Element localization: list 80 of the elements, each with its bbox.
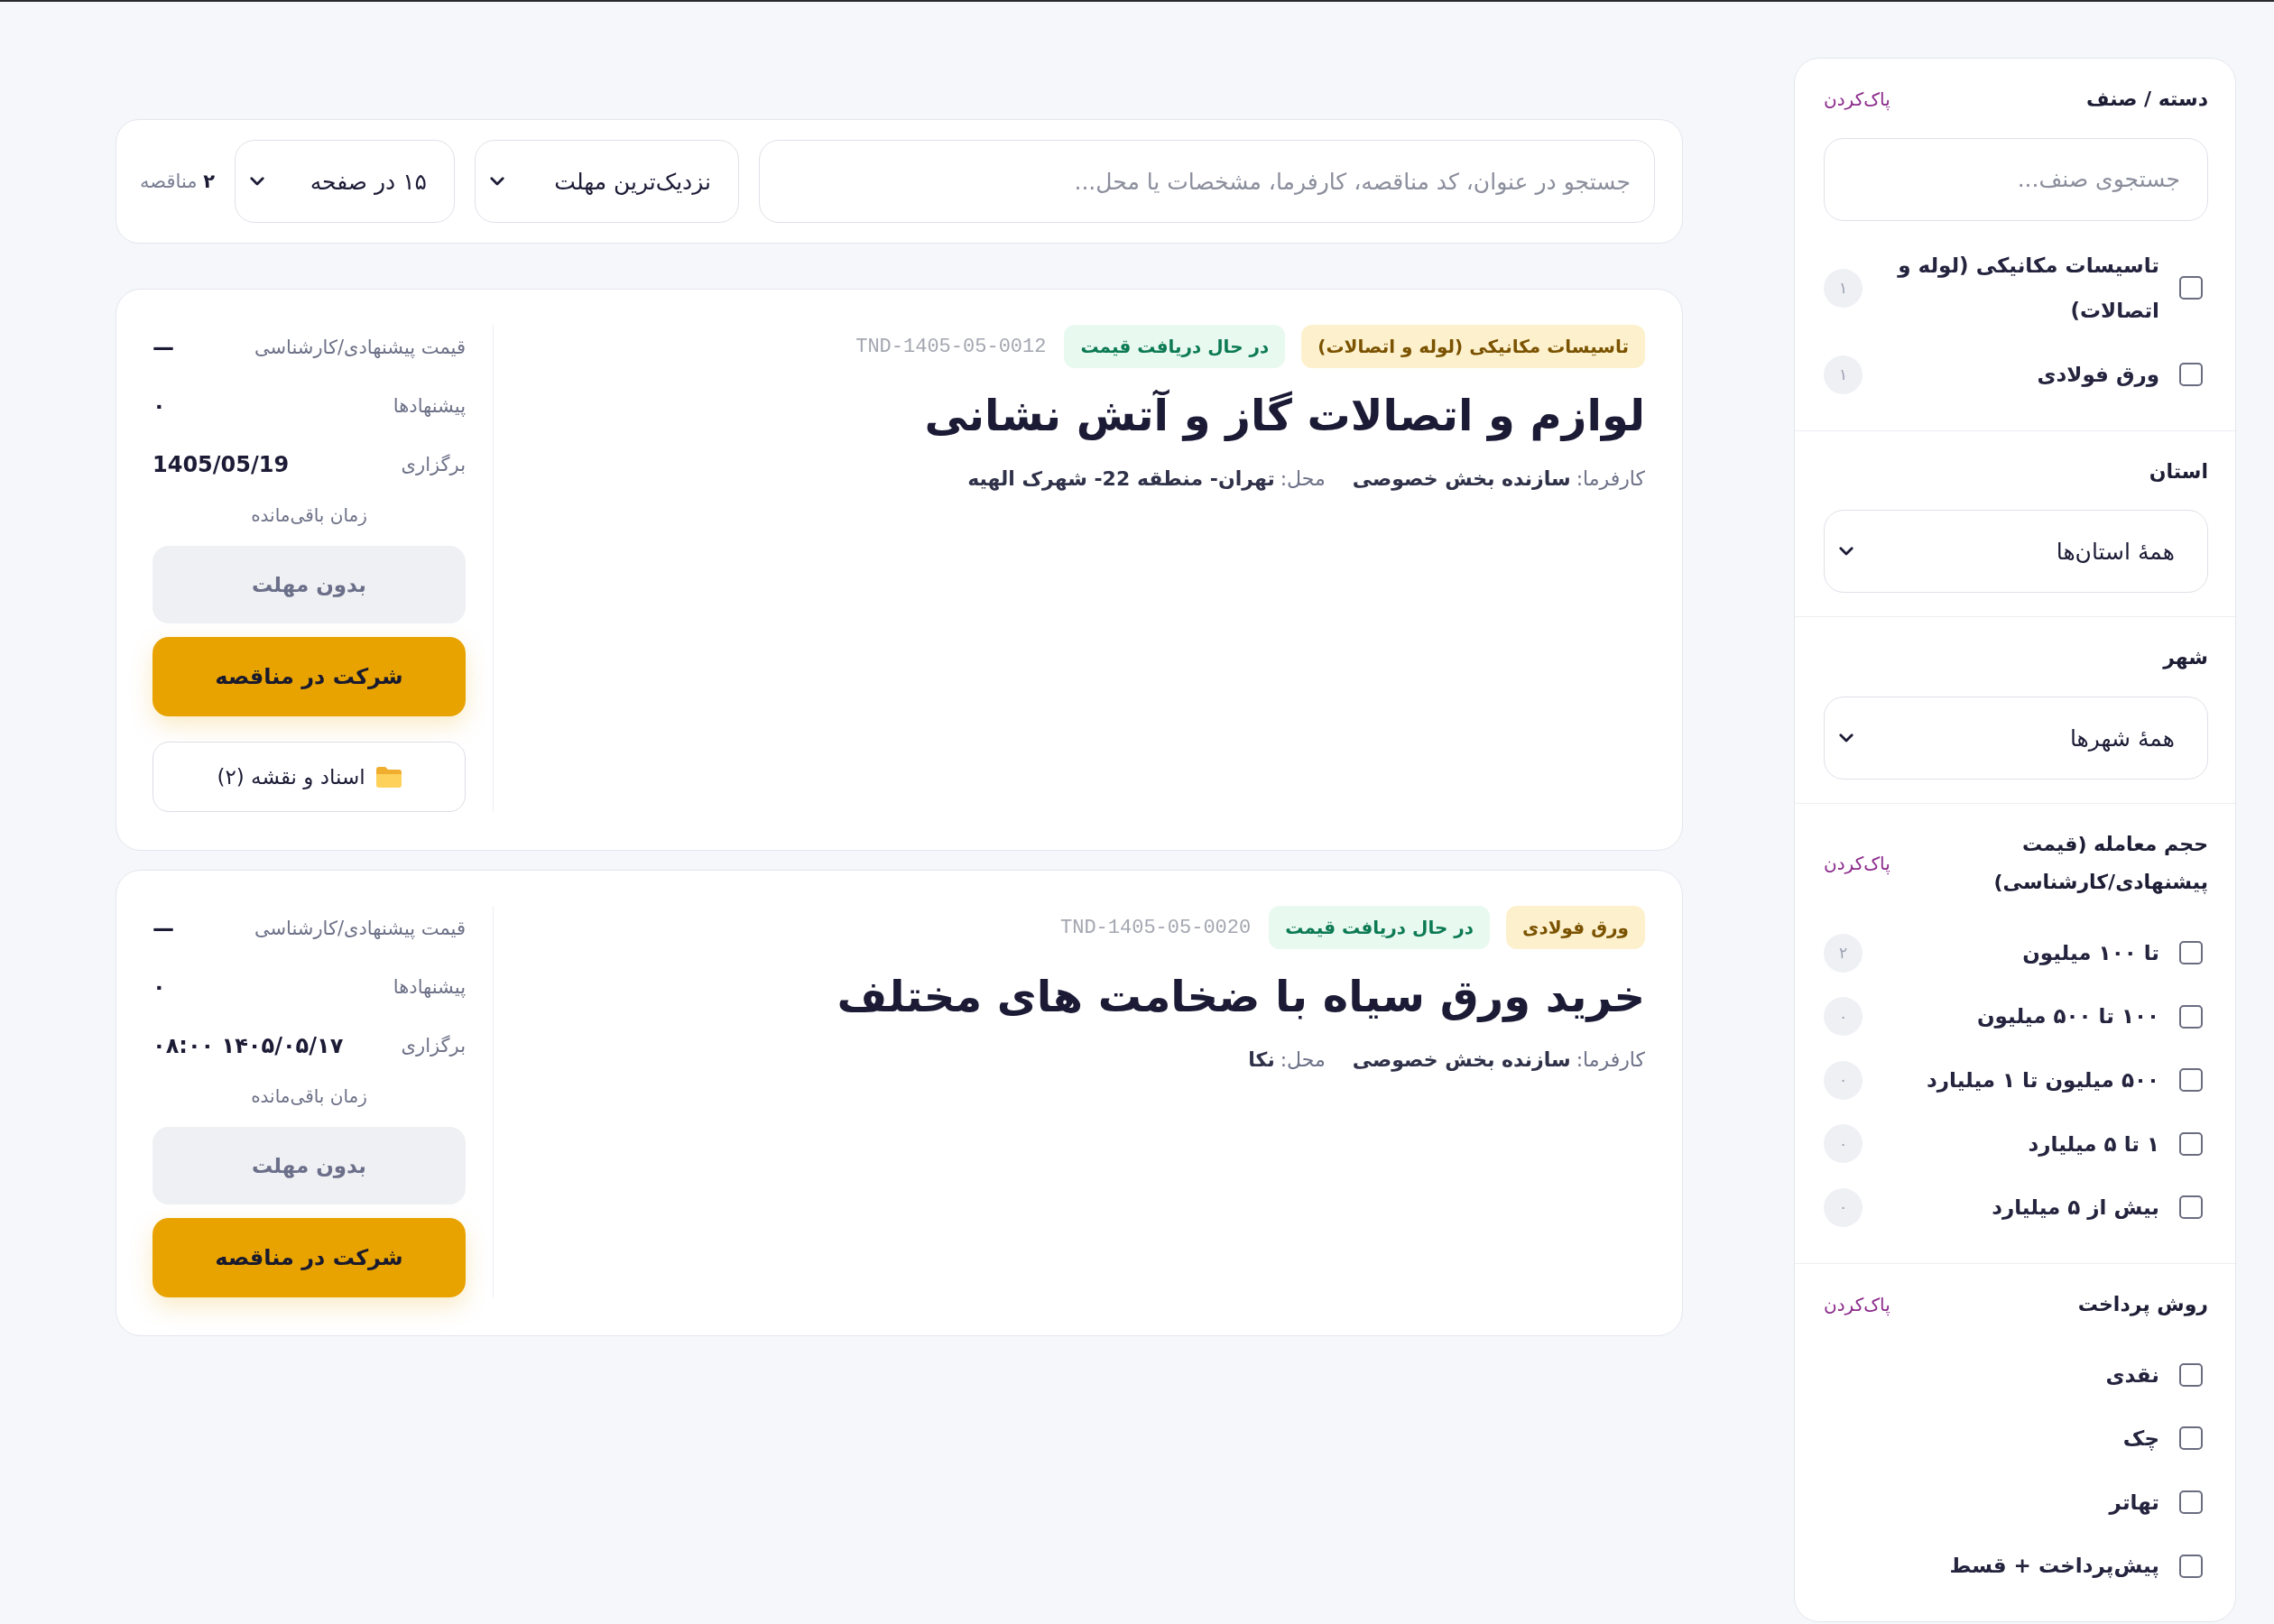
checkbox[interactable]	[2179, 1131, 2203, 1156]
count-badge: ۱	[1824, 268, 1863, 308]
category-tag: ورق فولادی	[1506, 906, 1645, 949]
tender-code: TND-1405-05-0012	[855, 335, 1047, 358]
clear-link[interactable]: پاک‌کردن	[1824, 1293, 1890, 1315]
stat-value: ۰	[153, 974, 166, 1000]
dropdown-select[interactable]: همهٔ استان‌ها	[1824, 510, 2208, 594]
dropdown-select[interactable]: همهٔ شهرها	[1824, 697, 2208, 780]
result-count: ۲ مناقصه	[140, 171, 215, 192]
category-search-field[interactable]: جستجوی صنف...	[1824, 137, 2208, 221]
checkbox[interactable]	[2179, 1195, 2203, 1220]
page-size-select[interactable]: ۱۵ در صفحه	[235, 140, 455, 223]
stat-value: 1405/05/19	[153, 452, 290, 477]
deadline-badge: بدون مهلت	[153, 1127, 466, 1204]
option-label: تا ۱۰۰ میلیون	[2021, 939, 2159, 967]
filter-title: شهر	[2163, 645, 2208, 671]
count-badge: ۰	[1824, 1124, 1863, 1164]
stat-label: برگزاری	[401, 1035, 466, 1057]
count-badge: ۰	[1824, 1187, 1863, 1227]
tender-title: خرید ورق سیاه با ضخامت های مختلف	[837, 970, 1645, 1024]
stat-label: قیمت پیشنهادی/کارشناسی	[254, 337, 466, 358]
checkbox[interactable]	[2179, 1426, 2203, 1451]
sort-select[interactable]: نزدیک‌ترین مهلت	[475, 140, 739, 223]
count-badge: ۰	[1824, 1060, 1863, 1100]
option-label: چک	[2121, 1426, 2159, 1453]
option-label: ۱۰۰ تا ۵۰۰ میلیون	[1976, 1003, 2159, 1030]
checkbox[interactable]	[2179, 363, 2203, 387]
clear-link[interactable]: پاک‌کردن	[1824, 852, 1890, 874]
filter-title: حجم معامله (قیمت پیشنهادی/کارشناسی)	[1992, 832, 2208, 896]
option-label: ورق فولادی	[2036, 362, 2159, 389]
remaining-time-label: زمان باقی‌مانده	[251, 503, 367, 528]
join-tender-button[interactable]: شرکت در مناقصه	[153, 1218, 466, 1297]
checkbox[interactable]	[2179, 276, 2203, 300]
checkbox[interactable]	[2179, 1554, 2203, 1578]
documents-button[interactable]: اسناد و نقشه (۲)	[153, 742, 466, 812]
tender-title: لوازم و اتصالات گاز و آتش نشانی	[924, 388, 1645, 443]
checkbox[interactable]	[2179, 1362, 2203, 1387]
stat-value: —	[153, 335, 174, 360]
meta-text: کارفرما: سازنده بخش خصوصی	[1352, 466, 1645, 490]
clear-link[interactable]: پاک‌کردن	[1824, 88, 1890, 110]
meta-text: کارفرما: سازنده بخش خصوصی	[1352, 1047, 1645, 1071]
option-label: بیش از ۵ میلیارد	[1991, 1195, 2159, 1222]
option-label: ۵۰۰ میلیون تا ۱ میلیارد	[1925, 1066, 2159, 1094]
stat-value: ۰	[153, 393, 166, 419]
search-field[interactable]: جستجو در عنوان، کد مناقصه، کارفرما، مشخصات یا محل...	[759, 140, 1655, 223]
option-label: تهاتر	[2107, 1489, 2159, 1517]
status-tag: در حال دریافت قیمت	[1064, 325, 1286, 368]
checkbox[interactable]	[2179, 1004, 2203, 1029]
chevron-down-icon	[1839, 547, 1853, 557]
option-label: نقدی	[2104, 1361, 2159, 1389]
count-badge: ۰	[1824, 997, 1863, 1037]
remaining-time-label: زمان باقی‌مانده	[251, 1084, 367, 1109]
chevron-down-icon	[1839, 734, 1853, 743]
tender-code: TND-1405-05-0020	[1060, 916, 1252, 939]
meta-text: محل: نکا	[1248, 1047, 1326, 1071]
join-tender-button[interactable]: شرکت در مناقصه	[153, 637, 466, 716]
checkbox[interactable]	[2179, 941, 2203, 965]
category-tag: تاسیسات مکانیکی (لوله و اتصالات)	[1301, 325, 1645, 368]
status-tag: در حال دریافت قیمت	[1269, 906, 1491, 949]
stat-label: قیمت پیشنهادی/کارشناسی	[254, 918, 466, 939]
chevron-down-icon	[250, 177, 264, 186]
stat-label: پیشنهادها	[393, 976, 466, 998]
stat-value: —	[153, 916, 174, 941]
count-badge: ۱	[1824, 355, 1863, 394]
option-label: پیش‌پرداخت + قسط	[1948, 1553, 2159, 1580]
checkbox[interactable]	[2179, 1490, 2203, 1514]
deadline-badge: بدون مهلت	[153, 546, 466, 623]
stat-label: پیشنهادها	[393, 395, 466, 417]
folder-icon	[375, 766, 402, 788]
option-label: ۱ تا ۵ میلیارد	[2027, 1130, 2159, 1158]
filter-title: استان	[2149, 458, 2208, 484]
meta-text: محل: تهران- منطقه 22- شهرک الهیه	[967, 466, 1326, 490]
stat-label: برگزاری	[401, 454, 466, 475]
filter-title: دسته / صنف	[2085, 87, 2208, 112]
checkbox[interactable]	[2179, 1068, 2203, 1093]
filter-title: روش پرداخت	[2077, 1291, 2208, 1318]
stat-value: ۱۴۰۵/۰۵/۱۷ ۰۸:۰۰	[153, 1033, 344, 1058]
chevron-down-icon	[490, 177, 504, 186]
option-label: تاسیسات مکانیکی (لوله و اتصالات)	[1896, 252, 2159, 325]
count-badge: ۲	[1824, 933, 1863, 973]
